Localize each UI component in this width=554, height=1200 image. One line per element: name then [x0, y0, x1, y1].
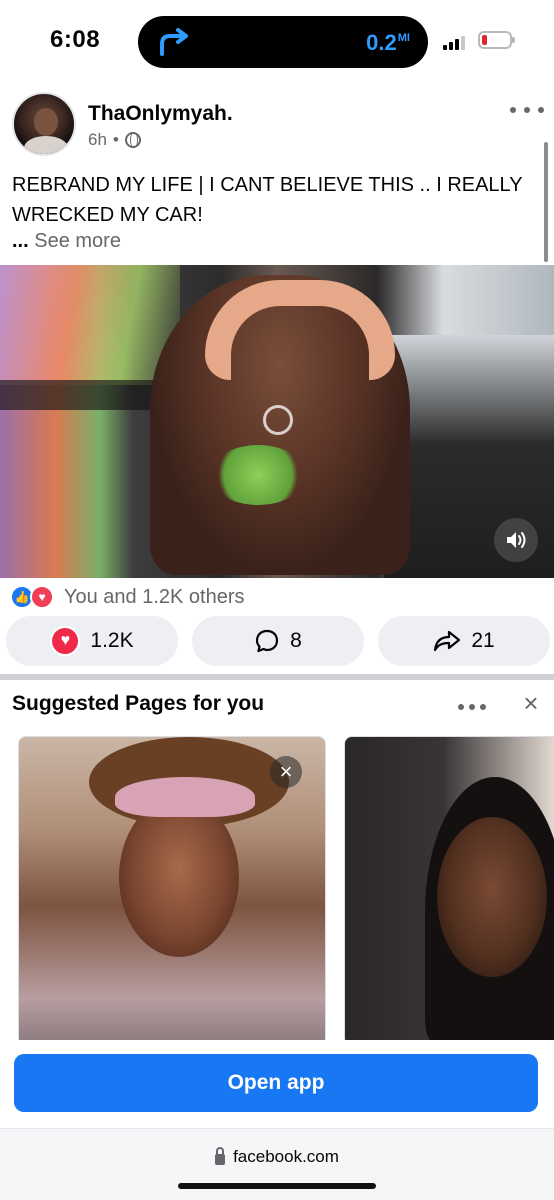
comment-button[interactable]: 8	[192, 616, 364, 666]
card-photo-face	[119, 797, 239, 957]
post-more-options-icon[interactable]	[510, 98, 544, 122]
share-button[interactable]: 21	[378, 616, 550, 666]
heart-icon: ♥	[50, 626, 81, 656]
lock-icon	[215, 1146, 226, 1165]
meta-separator: •	[112, 130, 119, 149]
see-more-link[interactable]: ... See more	[12, 230, 121, 253]
cellular-signal-icon	[443, 34, 469, 50]
navigation-distance-value: 0.2	[366, 30, 397, 55]
share-arrow-icon	[434, 630, 461, 652]
suggested-close-icon[interactable]: ×	[518, 690, 544, 716]
comment-icon	[256, 629, 279, 653]
navigation-distance-unit: MI	[397, 32, 410, 44]
suggested-more-options-icon[interactable]	[458, 704, 486, 710]
post-action-bar: ♥ 1.2K 8 21	[6, 616, 550, 668]
status-bar: 6:08 0.2MI	[0, 0, 554, 82]
post-meta: 6h •	[88, 130, 141, 150]
post-author-name[interactable]: ThaOnlymyah.	[88, 102, 233, 126]
section-divider	[0, 674, 554, 680]
reactions-summary[interactable]: 👍 ♥ You and 1.2K others	[10, 582, 245, 612]
reactions-summary-text: You and 1.2K others	[64, 585, 245, 608]
turn-right-arrow-icon	[160, 28, 188, 56]
public-globe-icon	[124, 132, 141, 148]
post-caption: REBRAND MY LIFE | I CANT BELIEVE THIS ..…	[12, 174, 523, 226]
card-photo-face	[437, 817, 547, 977]
loading-ring-icon	[263, 405, 293, 435]
post-video[interactable]	[0, 265, 554, 578]
card-photo-headband	[115, 777, 255, 817]
post-age[interactable]: 6h	[88, 130, 107, 150]
volume-icon[interactable]	[494, 518, 538, 562]
post-header: ThaOnlymyah. 6h •	[0, 92, 554, 162]
video-background-wall	[0, 265, 180, 385]
battery-level-fill	[482, 35, 487, 45]
url-display[interactable]: facebook.com	[0, 1146, 554, 1167]
home-indicator[interactable]	[178, 1183, 376, 1189]
love-reaction-button[interactable]: ♥ 1.2K	[6, 616, 178, 666]
url-text: facebook.com	[233, 1147, 339, 1166]
author-avatar[interactable]	[12, 92, 76, 156]
see-more-ellipsis: ...	[12, 230, 29, 252]
battery-icon	[478, 31, 515, 49]
open-app-bar: Open app	[0, 1040, 554, 1130]
speaker-icon	[507, 532, 526, 548]
open-app-button[interactable]: Open app	[14, 1054, 538, 1112]
navigation-distance: 0.2MI	[366, 30, 410, 56]
status-time: 6:08	[50, 26, 101, 53]
share-count: 21	[471, 629, 495, 652]
comment-count: 8	[290, 629, 302, 652]
suggested-pages-title: Suggested Pages for you	[12, 692, 265, 715]
like-count: 1.2K	[90, 629, 134, 652]
dynamic-island-navigation[interactable]: 0.2MI	[138, 16, 428, 68]
video-butterfly-tattoo	[210, 445, 306, 505]
video-headphones	[205, 280, 395, 380]
suggested-page-card[interactable]	[344, 736, 554, 1046]
page-scrollbar[interactable]	[544, 142, 548, 262]
card-dismiss-icon[interactable]: ×	[270, 756, 302, 788]
love-icon: ♥	[30, 585, 54, 609]
see-more-label[interactable]: See more	[34, 230, 121, 252]
reaction-icons: 👍 ♥	[10, 585, 58, 609]
browser-url-bar[interactable]: facebook.com	[0, 1128, 554, 1200]
